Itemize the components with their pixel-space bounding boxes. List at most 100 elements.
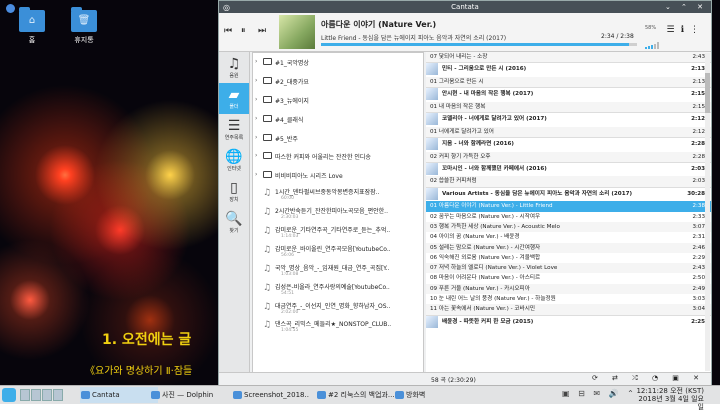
taskbar-task[interactable]: 방화벽	[394, 387, 456, 403]
queue-item-text: 08 마음이 어려운다 (Nature Ver.) - 아스티르	[430, 275, 541, 282]
home-folder-icon[interactable]: ⌂ 홈	[12, 7, 52, 45]
expand-arrow-icon[interactable]: ›	[255, 171, 257, 178]
tree-item-name: 감미로운_바이올린_연주곡모음[YoutubeCo..	[275, 245, 391, 253]
next-icon[interactable]: ⏭	[258, 26, 266, 36]
folder-icon	[263, 76, 272, 84]
expand-arrow-icon[interactable]: ›	[255, 134, 257, 141]
taskbar-task[interactable]: Cantata	[80, 387, 158, 403]
queue-item-text: 07 저녁 하늘의 엘로디 (Nature Ver.) - Violet Lov…	[430, 265, 558, 272]
album-header-row[interactable]: 민티 - 그리움으로 만든 시 (2016) 2:13	[426, 62, 711, 77]
task-label: 사진 — Dolphin	[162, 391, 214, 399]
taskbar-task[interactable]: Screenshot_2018..	[232, 387, 324, 403]
queue-track-row[interactable]: 02 커피 향기 가득한 오후 2:28	[426, 151, 711, 162]
taskbar-task[interactable]: 사진 — Dolphin	[150, 387, 240, 403]
queue-track-row[interactable]: 10 눈 내린 어느 날의 풍경 (Nature Ver.) - 하늘정원 3:0…	[426, 294, 711, 304]
album-header-row[interactable]: 배윤경 - 따뜻한 커피 한 모금 (2015) 2:25	[426, 314, 711, 330]
info-icon[interactable]: ℹ	[681, 25, 690, 35]
task-label: 방화벽	[406, 391, 426, 399]
queue-item-length: 2:15	[691, 91, 705, 98]
tree-item-name: 국악_명상_음악_-_임재원_대금_연주_곡집[Y..	[275, 264, 390, 272]
tree-folder-row[interactable]: › #2_대중가요	[253, 72, 423, 91]
expand-arrow-icon[interactable]: ›	[255, 58, 257, 65]
queue-item-text: 06 익숙해진 외로움 (Nature Ver.) - 겨울백합	[430, 254, 541, 261]
expand-arrow-icon[interactable]: ›	[255, 77, 257, 84]
queue-item-length: 2:29	[692, 254, 705, 261]
album-header-row[interactable]: 코델리아 - 너에게로 달려가고 있어 (2017) 2:12	[426, 112, 711, 127]
queue-track-row[interactable]: 09 푸른 거울 (Nature Ver.) - 카시오피아 2:49	[426, 283, 711, 295]
tree-file-row[interactable]: ♫ 감미로운_기타연주곡_기타연주로_듣는_추억.. 1:14:03	[253, 223, 423, 242]
now-playing-artist: Little Friend - 동심을 담은 뉴에이지 피아노 음악과 자연의 …	[321, 35, 507, 42]
volume-slider[interactable]	[645, 41, 661, 49]
tree-file-row[interactable]: ♫ 김성은-비올라_연주사랑의예술[YoutubeCo.. 54:51	[253, 280, 423, 299]
tree-file-row[interactable]: ♫ 대금연주_-_이선지_인연_명화_향하남자_OS.. 2:02:00	[253, 299, 423, 318]
queue-track-row[interactable]: 06 익숙해진 외로움 (Nature Ver.) - 겨울백합 2:29	[426, 253, 711, 263]
pause-icon[interactable]: ⏸	[241, 26, 246, 36]
progress-bar[interactable]	[321, 43, 637, 46]
tab-library[interactable]: ♫ 음원	[219, 52, 249, 83]
queue-track-row[interactable]: 02 꿈꾸는 마음으로 (Nature Ver.) - 시작여우 2:33	[426, 212, 711, 222]
queue-track-row[interactable]: 11 아는 꽃속에서 (Nature Ver.) - 코바시민 3:04	[426, 304, 711, 315]
queue-track-row[interactable]: 01 내 마음의 작은 행복 2:15	[426, 101, 711, 113]
folder-icon	[263, 95, 272, 103]
list-icon: ☰	[227, 118, 241, 134]
queue-track-row[interactable]: 04 아이의 꿈 (Nature Ver.) - 배윤경 2:31	[426, 232, 711, 242]
expand-arrow-icon[interactable]: ›	[255, 96, 257, 103]
queue-item-length: 2:43	[692, 265, 705, 272]
queue-scrollbar[interactable]	[705, 53, 710, 371]
tab-folders[interactable]: ▰ 폴더	[219, 83, 249, 114]
queue-track-row[interactable]: 08 마음이 어려운다 (Nature Ver.) - 아스티르 2:50	[426, 273, 711, 283]
expand-arrow-icon[interactable]: ›	[255, 115, 257, 122]
tree-item-name: 김성은-비올라_연주사랑의예술[YoutubeCo..	[275, 283, 390, 291]
tree-item-name: #2_대중가요	[275, 78, 309, 86]
queue-track-row[interactable]: 07 저녁 하늘의 엘로디 (Nature Ver.) - Violet Lov…	[426, 263, 711, 274]
tree-file-row[interactable]: ♫ 국악_명상_음악_-_임재원_대금_연주_곡집[Y.. 1:03:08	[253, 261, 423, 280]
queue-track-row[interactable]: 01 너에게로 달려가고 있어 2:12	[426, 126, 711, 137]
queue-track-row[interactable]: 01 그리움으로 만든 시 2:13	[426, 76, 711, 88]
tree-folder-row[interactable]: › 비비비피아노 시리즈 Love	[253, 166, 423, 185]
album-header-row[interactable]: Various Artists - 동심을 담은 뉴에이지 피아노 음악과 자연…	[426, 186, 711, 202]
window-titlebar[interactable]: ◎ Cantata ⌄ ⌃ ✕	[219, 1, 711, 13]
clock-date: 2018년 3월 4일 일요일	[638, 395, 704, 411]
menu-icon[interactable]: ☰	[667, 25, 681, 35]
tree-folder-row[interactable]: › 따스한 커피와 어울리는 잔잔한 인디송	[253, 147, 423, 166]
more-icon[interactable]: ⋮	[690, 25, 705, 35]
tree-file-row[interactable]: ♫ 감미로운_바이올린_연주곡모음[YoutubeCo.. 56:06	[253, 242, 423, 261]
queue-track-row[interactable]: 05 설레는 맘으로 (Nature Ver.) - 시간여행자 2:46	[426, 242, 711, 253]
queue-actions[interactable]: ⟳ ⇄ ⤮ ◔ ▣ ✕	[592, 374, 705, 383]
system-tray[interactable]: ▣ ⊟ ✉ 🔊 ⌃	[562, 389, 637, 398]
expand-arrow-icon[interactable]: ›	[255, 152, 257, 159]
tree-folder-row[interactable]: › #4_클래식	[253, 110, 423, 129]
tree-item-name: #5_반주	[275, 135, 298, 143]
queue-track-row[interactable]: 07 닻되어 내리는 - 소장 2:43	[426, 52, 711, 63]
queue-item-text: 안시현 - 내 마음의 작은 행복 (2017)	[442, 91, 534, 98]
tab-internet[interactable]: 🌐 인터넷	[219, 145, 249, 176]
tree-item-name: #1_국악명상	[275, 60, 309, 67]
app-launcher-icon[interactable]	[2, 388, 16, 402]
window-controls[interactable]: ⌄ ⌃ ✕	[665, 1, 707, 13]
tab-playlists[interactable]: ☰ 연주목록	[219, 114, 249, 145]
queue-item-text: 민티 - 그리움으로 만든 시 (2016)	[442, 66, 527, 73]
queue-track-row[interactable]: 02 씁쓸한 커피처럼 2:03	[426, 176, 711, 187]
tree-folder-row[interactable]: › #3_뉴에이지	[253, 91, 423, 110]
tree-file-row[interactable]: ♫ 2시간반숙듣기_잔잔한피아노곡모음_편안한.. 2:30:03	[253, 204, 423, 223]
tree-folder-row[interactable]: › #1_국악명상	[253, 53, 423, 72]
player-toolbar[interactable]: ☰ℹ⋮	[667, 25, 706, 35]
queue-track-row[interactable]: 01 아름다운 이야기 (Nature Ver.) - Little Frien…	[426, 201, 711, 212]
clock[interactable]: 12:11:28 오전 (KST) 2018년 3월 4일 일요일	[634, 387, 704, 411]
taskbar-task[interactable]: #2 리눅스의 백업과...	[316, 387, 402, 403]
tab-search[interactable]: 🔍 찾기	[219, 207, 249, 238]
trash-folder-icon[interactable]: 🗑 휴지통	[64, 7, 104, 45]
tree-folder-row[interactable]: › #5_반주	[253, 129, 423, 148]
album-header-row[interactable]: 지음 - 너와 함께라면 (2016) 2:28	[426, 136, 711, 152]
queue-track-row[interactable]: 03 행복 가득한 세상 (Nature Ver.) - Acoustic Me…	[426, 221, 711, 233]
queue-item-text: 꼬마시인 - 너와 함께했던 카페에서 (2016)	[442, 165, 547, 172]
queue-item-length: 2:12	[691, 116, 705, 123]
queue-item-length: 2:50	[692, 275, 705, 282]
previous-icon[interactable]: ⏮	[224, 26, 232, 36]
tree-file-row[interactable]: ♫ 1시간_덴타펄씨브중동악몽변증지표잠잠.. 60:00	[253, 185, 423, 204]
tree-file-row[interactable]: ♫ 댄스곡_리믹스_메들리★_NONSTOP_CLUB.. 1:04:55	[253, 317, 423, 336]
album-header-row[interactable]: 안시현 - 내 마음의 작은 행복 (2017) 2:15	[426, 87, 711, 102]
desktop-pager[interactable]	[20, 389, 64, 401]
tab-devices[interactable]: ▯ 장치	[219, 176, 249, 207]
album-header-row[interactable]: 꼬마시인 - 너와 함께했던 카페에서 (2016) 2:03	[426, 161, 711, 177]
